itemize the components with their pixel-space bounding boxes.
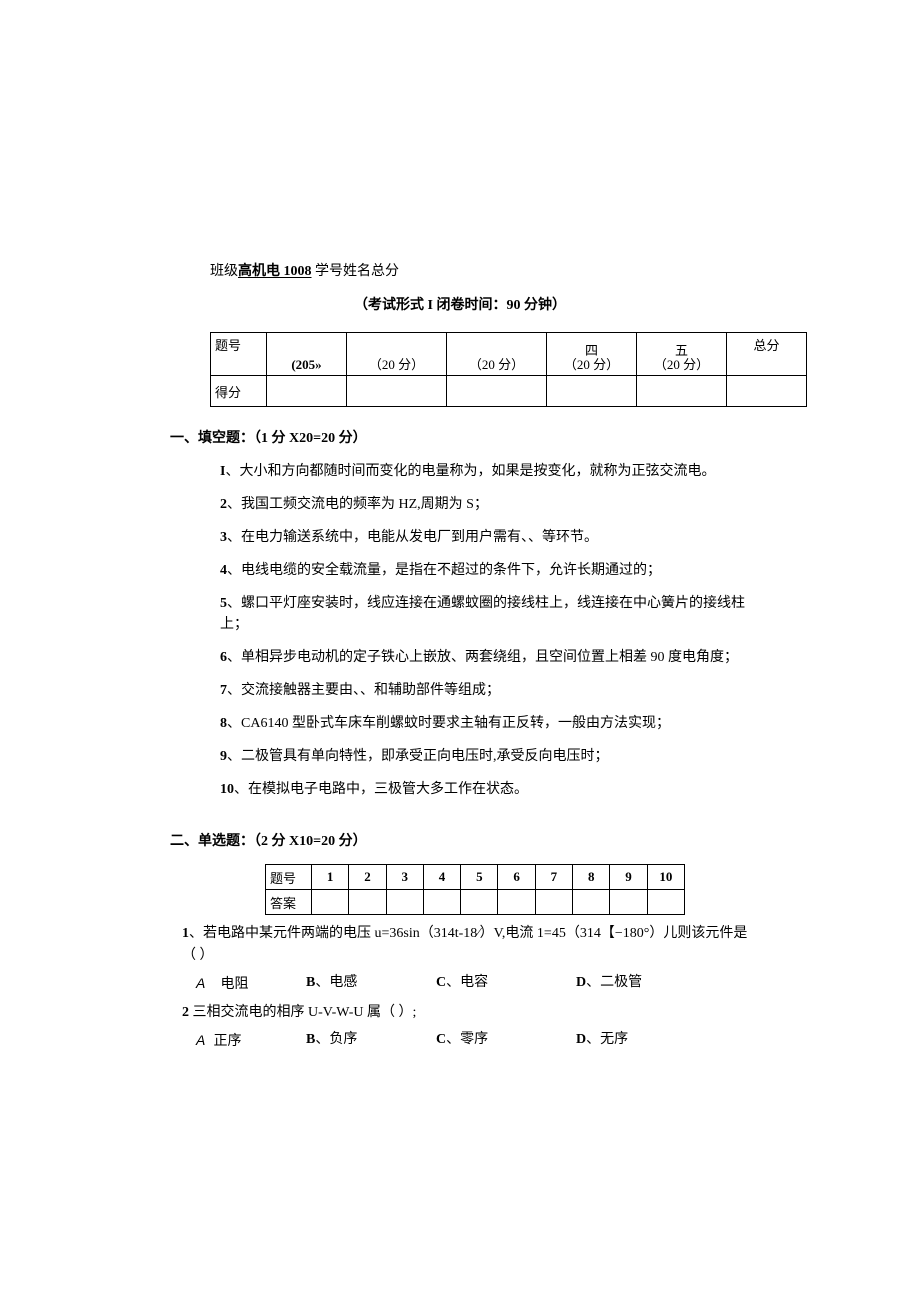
- cell: （20 分）: [347, 333, 447, 376]
- cell-num-label: 题号: [266, 865, 312, 890]
- q1-stem: 1、若电路中某元件两端的电压 u=36sin（314t-18⁄）V,电流 1=4…: [182, 923, 750, 968]
- cell-total: 总分: [727, 333, 807, 376]
- option-b: BB、电感、电感: [306, 972, 436, 996]
- cell-num-label: 题号: [211, 333, 267, 376]
- cell: [312, 890, 349, 915]
- list-item: 8、CA6140 型卧式车床车削螺蚊时要求主轴有正反转，一般由方法实现；: [220, 713, 750, 734]
- section2-heading: 二、单选题：（2 分 X10=20 分）: [170, 830, 750, 850]
- cell: [423, 890, 460, 915]
- list-item: 6、单相异步电动机的定子铁心上嵌放、两套绕组，且空间位置上相差 90 度电角度；: [220, 647, 750, 668]
- q2-options: A 正序 B、负序 C、零序 D、无序: [196, 1029, 750, 1053]
- list-item: 10、在模拟电子电路中，三极管大多工作在状态。: [220, 779, 750, 800]
- cell: 10: [647, 865, 684, 890]
- table-row: 题号 1 2 3 4 5 6 7 8 9 10: [266, 865, 685, 890]
- cell: [498, 890, 535, 915]
- fill-blank-list: I、大小和方向都随时间而变化的电量称为，如果是按变化，就称为正弦交流电。 2、我…: [220, 461, 750, 800]
- exam-page: 班级高机电 1008 学号姓名总分 （考试形式 I 闭卷时间：90 分钟） 题号…: [0, 0, 920, 1053]
- cell: [447, 376, 547, 407]
- list-item: 2、我国工频交流电的频率为 HZ,周期为 S；: [220, 494, 750, 515]
- option-a-key: A: [196, 972, 210, 994]
- list-item: 5、螺口平灯座安装时，线应连接在通螺蚊圈的接线柱上，线连接在中心簧片的接线柱上；: [220, 593, 750, 635]
- option-b: B、负序: [306, 1029, 436, 1053]
- cell: （20 分）: [447, 333, 547, 376]
- cell: 五（20 分）: [637, 333, 727, 376]
- cell: 3: [386, 865, 423, 890]
- cell: [535, 890, 572, 915]
- exam-form-text: （考试形式 I 闭卷时间：90 分钟）: [354, 298, 566, 313]
- cell: 2: [349, 865, 386, 890]
- option-d: D、无序: [576, 1029, 706, 1053]
- cell: [610, 890, 647, 915]
- cell: [647, 890, 684, 915]
- cell: [547, 376, 637, 407]
- exam-form-line: （考试形式 I 闭卷时间：90 分钟）: [170, 294, 750, 314]
- cell: 7: [535, 865, 572, 890]
- list-item: 7、交流接触器主要由、、和辅助部件等组成；: [220, 680, 750, 701]
- list-item: 9、二极管具有单向特性，即承受正向电压时,承受反向电压时；: [220, 746, 750, 767]
- cell: 四（20 分）: [547, 333, 637, 376]
- class-value: 高机电 1008: [238, 264, 312, 279]
- cell: [267, 376, 347, 407]
- cell: [461, 890, 498, 915]
- cell: [386, 890, 423, 915]
- cell: 5: [461, 865, 498, 890]
- table-row: 答案: [266, 890, 685, 915]
- section1-heading: 一、填空题：（1 分 X20=20 分）: [170, 427, 750, 447]
- class-label: 班级: [210, 264, 238, 279]
- student-info-line: 班级高机电 1008 学号姓名总分: [210, 260, 750, 280]
- mcq-answer-table: 题号 1 2 3 4 5 6 7 8 9 10 答案: [265, 864, 685, 915]
- cell: 4: [423, 865, 460, 890]
- cell: [637, 376, 727, 407]
- score-table: 题号 (205» （20 分） （20 分） 四（20 分） 五（20 分） 总…: [210, 332, 807, 407]
- cell-score-label: 得分: [211, 376, 267, 407]
- cell: 8: [573, 865, 610, 890]
- cell: 1: [312, 865, 349, 890]
- list-item: 3、在电力输送系统中，电能从发电厂到用户需有、、等环节。: [220, 527, 750, 548]
- q2-stem: 2 三相交流电的相序 U-V-W-U 属（ ）;: [182, 1002, 750, 1024]
- list-item: I、大小和方向都随时间而变化的电量称为，如果是按变化，就称为正弦交流电。: [220, 461, 750, 482]
- list-item: 4、电线电缆的安全载流量，是指在不超过的条件下，允许长期通过的；: [220, 560, 750, 581]
- id-name-score: 学号姓名总分: [312, 264, 400, 279]
- table-row: 题号 (205» （20 分） （20 分） 四（20 分） 五（20 分） 总…: [211, 333, 807, 376]
- option-a-key: A: [196, 1029, 210, 1051]
- cell: 6: [498, 865, 535, 890]
- cell: [573, 890, 610, 915]
- cell: [727, 376, 807, 407]
- option-c: C、电容: [436, 972, 576, 996]
- cell: 9: [610, 865, 647, 890]
- option-d: D、二极管: [576, 972, 706, 996]
- cell-ans-label: 答案: [266, 890, 312, 915]
- cell: [347, 376, 447, 407]
- q1-options: A 电阻 BB、电感、电感 C、电容 D、二极管: [196, 972, 750, 996]
- cell: (205»: [267, 333, 347, 376]
- cell: [349, 890, 386, 915]
- table-row: 得分: [211, 376, 807, 407]
- mcq-questions: 1、若电路中某元件两端的电压 u=36sin（314t-18⁄）V,电流 1=4…: [182, 923, 750, 1053]
- option-c: C、零序: [436, 1029, 576, 1053]
